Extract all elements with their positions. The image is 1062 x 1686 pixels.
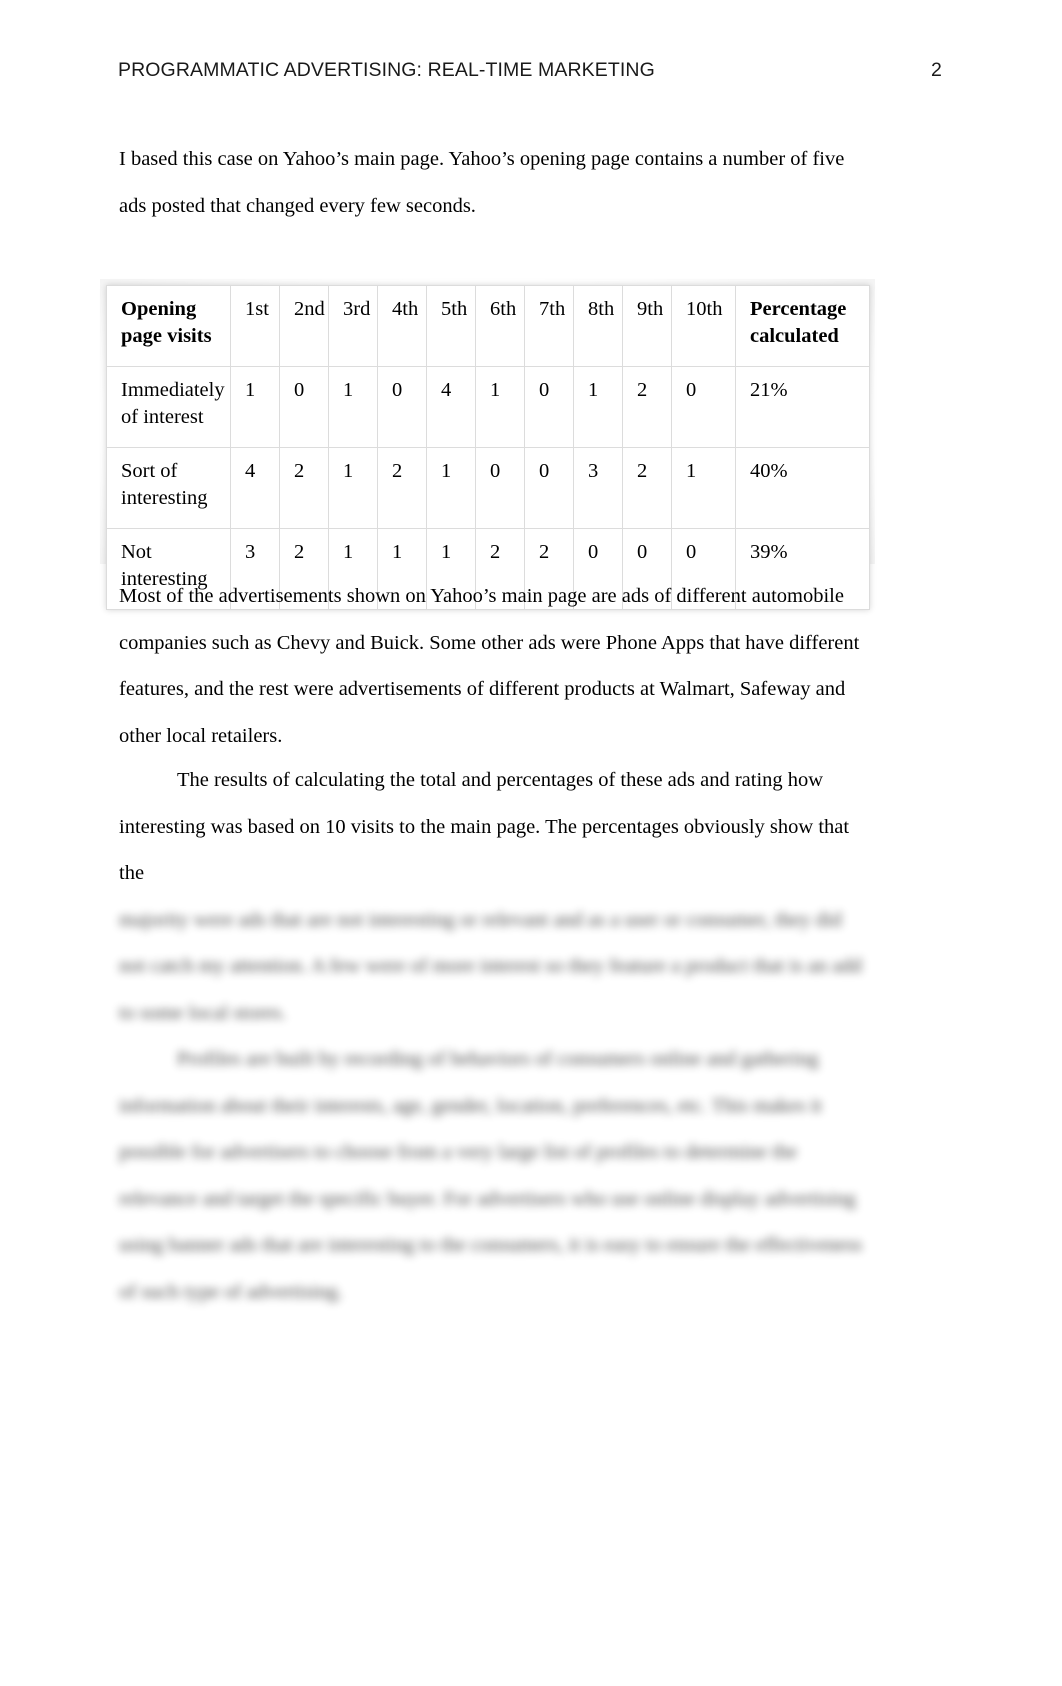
paragraph-intro-block: I based this case on Yahoo’s main page. … bbox=[119, 136, 871, 229]
row-label-sort-of-interesting: Sort of interesting bbox=[106, 447, 231, 529]
cell-r0-c3: 1 bbox=[328, 366, 378, 448]
table-header-row: Opening page visits 1st 2nd 3rd 4th 5th … bbox=[106, 285, 870, 367]
cell-r0-c7: 0 bbox=[524, 366, 574, 448]
paragraph-ads: Most of the advertisements shown on Yaho… bbox=[119, 585, 860, 747]
row-label-immediately-of-interest: Immediately of interest bbox=[106, 366, 231, 448]
column-header-9th: 9th bbox=[622, 285, 672, 367]
paragraph-results-block: The results of calculating the total and… bbox=[119, 757, 871, 1315]
column-header-6th: 6th bbox=[475, 285, 525, 367]
cell-r1-c5: 1 bbox=[426, 447, 476, 529]
table-row: Sort of interesting 4 2 1 2 1 0 0 3 2 1 … bbox=[106, 447, 870, 529]
column-header-percentage: Percentage calculated bbox=[735, 285, 870, 367]
column-header-2nd: 2nd bbox=[279, 285, 329, 367]
paragraph-profiles-obscured: Profiles are built by recording of behav… bbox=[119, 1048, 863, 1303]
cell-r1-c2: 2 bbox=[279, 447, 329, 529]
table-row: Immediately of interest 1 0 1 0 4 1 0 1 … bbox=[106, 366, 870, 448]
cell-r1-c1: 4 bbox=[230, 447, 280, 529]
cell-r1-percentage: 40% bbox=[735, 447, 870, 529]
cell-r0-c10: 0 bbox=[671, 366, 736, 448]
running-header: PROGRAMMATIC ADVERTISING: REAL-TIME MARK… bbox=[118, 55, 944, 85]
cell-r1-c8: 3 bbox=[573, 447, 623, 529]
page-number: 2 bbox=[931, 58, 942, 81]
column-header-10th: 10th bbox=[671, 285, 736, 367]
column-header-5th: 5th bbox=[426, 285, 476, 367]
cell-r1-c9: 2 bbox=[622, 447, 672, 529]
cell-r0-c8: 1 bbox=[573, 366, 623, 448]
paragraph-results-obscured: majority were ads that are not interesti… bbox=[119, 908, 862, 1024]
cell-r0-c9: 2 bbox=[622, 366, 672, 448]
column-header-1st: 1st bbox=[230, 285, 280, 367]
cell-r0-c2: 0 bbox=[279, 366, 329, 448]
table-container: Opening page visits 1st 2nd 3rd 4th 5th … bbox=[106, 285, 870, 610]
cell-r0-c5: 4 bbox=[426, 366, 476, 448]
column-header-8th: 8th bbox=[573, 285, 623, 367]
column-header-label: Opening page visits bbox=[106, 285, 231, 367]
cell-r0-percentage: 21% bbox=[735, 366, 870, 448]
column-header-7th: 7th bbox=[524, 285, 574, 367]
paragraph-results: The results of calculating the total and… bbox=[119, 769, 850, 884]
paragraph-ads-block: Most of the advertisements shown on Yaho… bbox=[119, 573, 871, 759]
cell-r1-c6: 0 bbox=[475, 447, 525, 529]
cell-r1-c4: 2 bbox=[377, 447, 427, 529]
cell-r0-c4: 0 bbox=[377, 366, 427, 448]
paragraph-intro: I based this case on Yahoo’s main page. … bbox=[119, 148, 845, 217]
cell-r1-c7: 0 bbox=[524, 447, 574, 529]
document-page: PROGRAMMATIC ADVERTISING: REAL-TIME MARK… bbox=[0, 0, 1062, 1686]
cell-r0-c6: 1 bbox=[475, 366, 525, 448]
column-header-4th: 4th bbox=[377, 285, 427, 367]
column-header-3rd: 3rd bbox=[328, 285, 378, 367]
cell-r1-c3: 1 bbox=[328, 447, 378, 529]
cell-r1-c10: 1 bbox=[671, 447, 736, 529]
cell-r0-c1: 1 bbox=[230, 366, 280, 448]
page-title: PROGRAMMATIC ADVERTISING: REAL-TIME MARK… bbox=[118, 58, 655, 81]
opening-page-visits-table: Opening page visits 1st 2nd 3rd 4th 5th … bbox=[106, 285, 870, 610]
